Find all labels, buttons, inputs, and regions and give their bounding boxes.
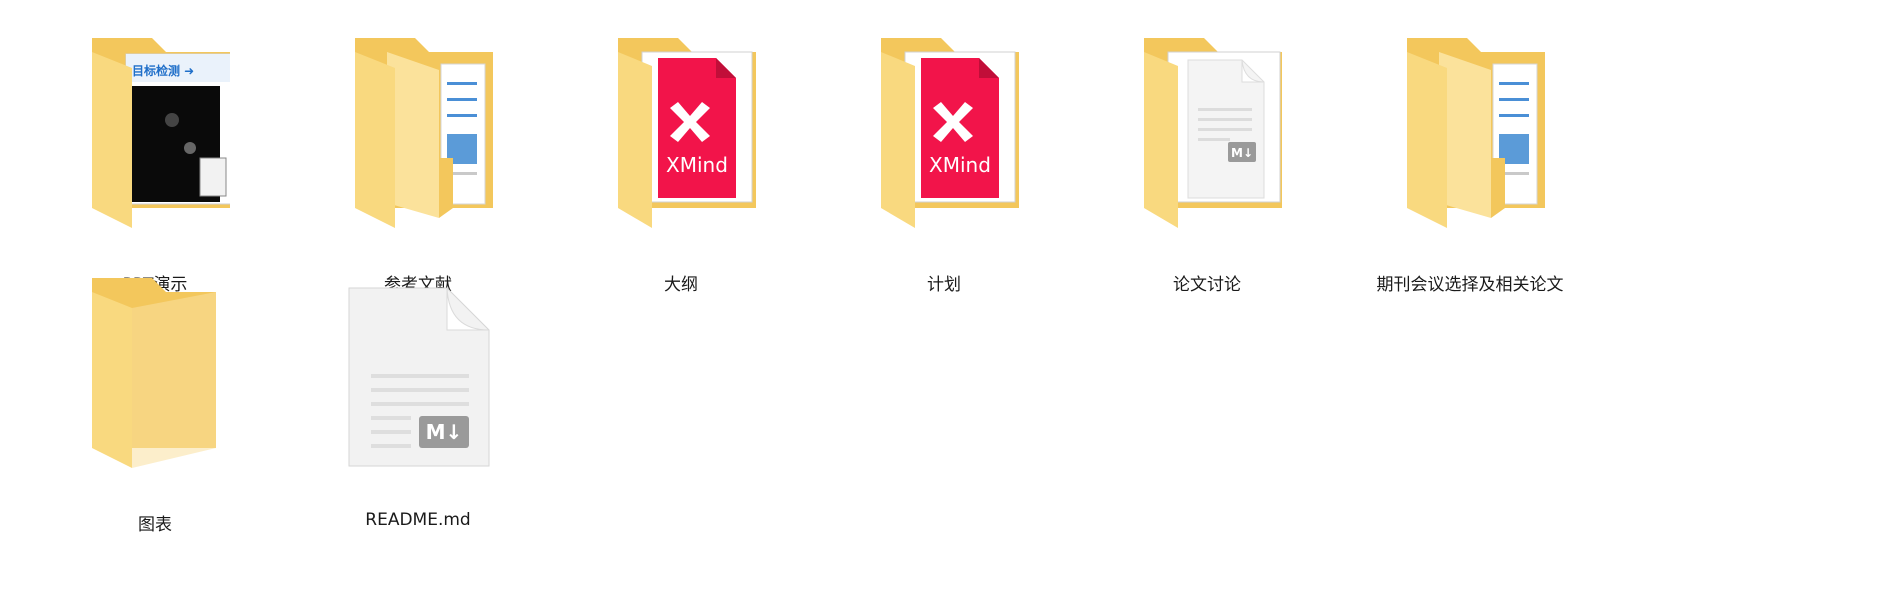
folder-paper-discussion[interactable]: M↓ 论文讨论 xyxy=(1092,0,1322,295)
folder-icon: XMind xyxy=(869,38,1019,228)
item-label: 论文讨论 xyxy=(1173,275,1241,295)
folder-references[interactable]: 参考文献 xyxy=(303,0,533,295)
svg-text:M↓: M↓ xyxy=(1231,146,1253,160)
item-label: 大纲 xyxy=(664,275,698,295)
item-label: 图表 xyxy=(138,515,172,535)
xmind-text: XMind xyxy=(929,153,991,177)
folder-icon: 目标检测 ➜ xyxy=(80,38,230,228)
svg-text:M↓: M↓ xyxy=(426,420,463,444)
markdown-icon: M↓ xyxy=(419,416,469,448)
folder-icon: XMind xyxy=(606,38,756,228)
slide-title-text: 目标检测 ➜ xyxy=(132,63,194,78)
xmind-text: XMind xyxy=(666,153,728,177)
folder-icon xyxy=(343,38,493,228)
item-label: README.md xyxy=(365,510,471,530)
markdown-file-icon: M↓ xyxy=(343,278,493,468)
item-label: 期刊会议选择及相关论文 xyxy=(1376,275,1564,295)
item-label: 计划 xyxy=(927,275,961,295)
folder-icon xyxy=(1395,38,1545,228)
folder-plan[interactable]: XMind 计划 xyxy=(829,0,1059,295)
markdown-icon: M↓ xyxy=(1228,142,1256,162)
file-readme[interactable]: M↓ README.md xyxy=(303,240,533,530)
folder-journals[interactable]: 期刊会议选择及相关论文 xyxy=(1355,0,1585,295)
folder-outline[interactable]: XMind 大纲 xyxy=(566,0,796,295)
folder-icon xyxy=(80,278,230,468)
folder-ppt[interactable]: 目标检测 ➜ PPT演示 xyxy=(40,0,270,295)
file-explorer-icon-view: 目标检测 ➜ PPT演示 xyxy=(0,0,1899,599)
folder-charts[interactable]: 图表 xyxy=(40,240,270,535)
folder-icon: M↓ xyxy=(1132,38,1282,228)
